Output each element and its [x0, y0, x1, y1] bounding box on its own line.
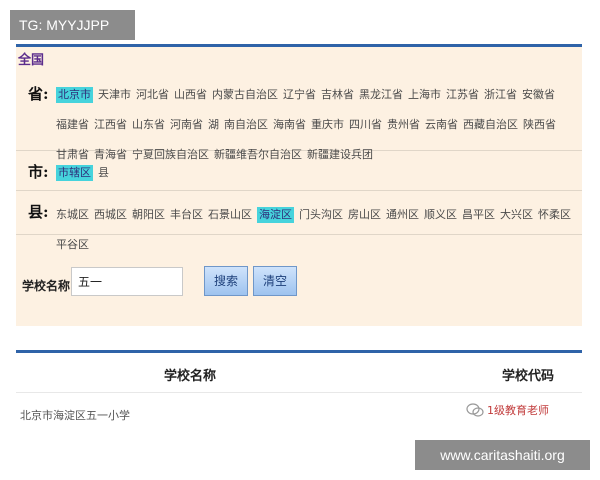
watermark-top: TG: MYYJJPP	[10, 10, 135, 40]
county-option[interactable]: 大兴区	[500, 207, 533, 223]
region-filter-panel: 全国 省: 北京市 天津市 河北省 山西省 内蒙古自治区 辽宁省 吉林省 黑龙江省 上海市 江苏省…	[16, 44, 582, 326]
province-option[interactable]: 北京市	[56, 87, 93, 103]
county-option[interactable]: 顺义区	[424, 207, 457, 223]
search-button[interactable]: 搜索	[204, 266, 248, 296]
column-school-code: 学校代码	[502, 369, 555, 384]
county-option[interactable]: 昌平区	[462, 207, 495, 223]
city-row: 市: 市辖区县	[16, 151, 582, 191]
county-options: 东城区 西城区 朝阳区 丰台区 石景山区 海淀区 门头沟区 房山区 通州区 顺义区 昌平区 大兴区 怀柔…	[56, 207, 576, 253]
wechat-overlay: 1级教育老师	[466, 402, 549, 418]
province-option[interactable]: 上海市	[408, 87, 441, 103]
province-option[interactable]: 福建省	[56, 117, 89, 133]
province-option[interactable]: 河南省	[170, 117, 203, 133]
county-option[interactable]: 东城区	[56, 207, 89, 223]
province-option[interactable]: 云南省	[425, 117, 458, 133]
city-label: 市:	[28, 163, 49, 181]
county-option[interactable]: 房山区	[348, 207, 381, 223]
results-header: 学校名称 学校代码	[16, 353, 582, 393]
results-table: 学校名称 学校代码 北京市海淀区五一小学	[16, 350, 582, 436]
school-name-label: 学校名称:	[22, 279, 75, 293]
province-label: 省:	[28, 85, 49, 103]
province-option[interactable]: 吉林省	[321, 87, 354, 103]
county-option[interactable]: 石景山区	[208, 207, 252, 223]
scope-all-link[interactable]: 全国	[18, 49, 44, 68]
province-option[interactable]: 江苏省	[446, 87, 479, 103]
wechat-overlay-text: 1级教育老师	[487, 404, 549, 417]
county-row: 县: 东城区 西城区 朝阳区 丰台区 石景山区 海淀区 门头沟区 房山区 通州区 顺义区 昌平区 大兴…	[16, 191, 582, 251]
county-option[interactable]: 朝阳区	[132, 207, 165, 223]
county-option[interactable]: 怀柔区	[538, 207, 571, 223]
province-option[interactable]: 山东省	[132, 117, 165, 133]
city-option[interactable]: 县	[98, 165, 109, 181]
county-option[interactable]: 门头沟区	[299, 207, 343, 223]
county-option[interactable]: 平谷区	[56, 237, 89, 253]
county-label: 县:	[28, 203, 49, 221]
result-school-name[interactable]: 北京市海淀区五一小学	[20, 407, 130, 423]
county-option[interactable]: 海淀区	[257, 207, 294, 223]
province-option[interactable]: 四川省	[349, 117, 382, 133]
province-option[interactable]: 海南省	[273, 117, 306, 133]
province-option[interactable]: 黑龙江省	[359, 87, 403, 103]
city-options: 市辖区县	[56, 165, 576, 181]
province-option[interactable]: 江西省	[94, 117, 127, 133]
school-name-input[interactable]	[71, 267, 183, 296]
province-option[interactable]: 湖	[208, 117, 219, 133]
province-option[interactable]: 安徽省	[522, 87, 555, 103]
city-option[interactable]: 市辖区	[56, 165, 93, 181]
clear-button[interactable]: 清空	[253, 266, 297, 296]
province-option[interactable]: 内蒙古自治区	[212, 87, 278, 103]
county-option[interactable]: 西城区	[94, 207, 127, 223]
province-option[interactable]: 河北省	[136, 87, 169, 103]
province-option[interactable]: 西藏自治区	[463, 117, 518, 133]
province-row: 省: 北京市 天津市 河北省 山西省 内蒙古自治区 辽宁省 吉林省 黑龙江省 上海市 江苏省 浙江省…	[16, 75, 582, 161]
province-option[interactable]: 山西省	[174, 87, 207, 103]
province-option[interactable]: 陕西省	[523, 117, 556, 133]
province-option[interactable]: 贵州省	[387, 117, 420, 133]
province-option[interactable]: 天津市	[98, 87, 131, 103]
province-option[interactable]: 辽宁省	[283, 87, 316, 103]
province-option[interactable]: 南自治区	[224, 117, 268, 133]
watermark-bottom: www.caritashaiti.org	[415, 440, 590, 470]
province-option[interactable]: 浙江省	[484, 87, 517, 103]
column-school-name: 学校名称	[164, 369, 217, 384]
county-option[interactable]: 丰台区	[170, 207, 203, 223]
province-option[interactable]: 重庆市	[311, 117, 344, 133]
county-option[interactable]: 通州区	[386, 207, 419, 223]
wechat-icon	[466, 403, 484, 417]
